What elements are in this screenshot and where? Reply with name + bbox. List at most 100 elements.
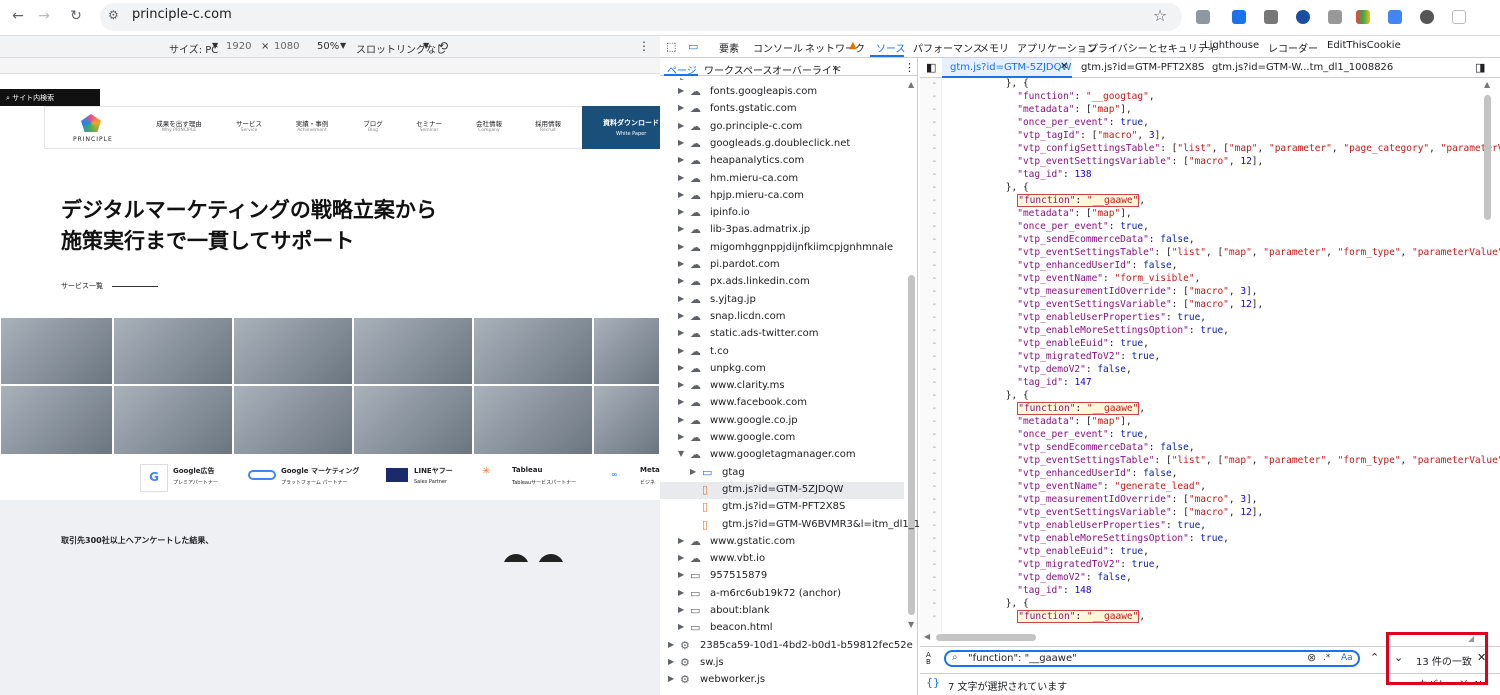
expand-right-icon[interactable]: ▶ (678, 363, 684, 372)
clear-search-icon[interactable]: ⊗ (1307, 651, 1316, 664)
tree-item[interactable]: ▶ ☁ www.gstatic.com (660, 534, 904, 551)
search-query[interactable]: "function": "__gaawe" (968, 653, 1077, 664)
expand-right-icon[interactable]: ▶ (678, 328, 684, 337)
ext-icon-7[interactable] (1388, 10, 1402, 24)
site-info-icon[interactable]: ⚙ (108, 8, 119, 22)
ext-icon-3[interactable] (1264, 10, 1278, 24)
expand-right-icon[interactable]: ▶ (678, 173, 684, 182)
address-bar[interactable] (100, 3, 1182, 31)
tree-item[interactable]: ▶ ▭ beacon.html (660, 620, 904, 637)
expand-right-icon[interactable]: ▶ (678, 588, 684, 597)
tree-item[interactable]: ▶ ☁ www.google.com (660, 430, 904, 447)
tree-item[interactable]: ▶ ☁ googleads.g.doubleclick.net (660, 136, 904, 153)
tree-item[interactable]: ▶ ▭ a-m6rc6ub19k72 (anchor) (660, 586, 904, 603)
tree-item[interactable]: ▶ ☁ lib-3pas.admatrix.jp (660, 222, 904, 239)
expand-right-icon[interactable]: ▶ (678, 622, 684, 631)
ext-icon-8[interactable] (1420, 10, 1434, 24)
editor-tab-label[interactable]: gtm.js?id=GTM-W...tm_dl1_1008826 (1212, 62, 1393, 73)
reload-icon[interactable]: ↻ (66, 8, 86, 24)
expand-right-icon[interactable]: ▶ (678, 121, 684, 130)
service-list-link[interactable]: サービス一覧 (61, 281, 103, 291)
tree-item[interactable]: ▶ ☁ fonts.gstatic.com (660, 101, 904, 118)
tree-item[interactable]: ▶ ☁ www.vbt.io (660, 551, 904, 568)
url-text[interactable]: principle-c.com (132, 7, 232, 22)
tree-item[interactable]: ▼ ☁ www.googletagmanager.com (660, 447, 904, 464)
nav-item-recruit[interactable]: 採用情報 Recruit (525, 118, 571, 133)
expand-right-icon[interactable]: ▶ (690, 467, 696, 476)
tree-item[interactable]: ▶ ☁ www.clarity.ms (660, 378, 904, 395)
expand-right-icon[interactable]: ▶ (678, 311, 684, 320)
toggle-debugger-icon[interactable]: ◨ (1475, 61, 1485, 74)
tree-item[interactable]: ▶ ☁ ipinfo.io (660, 205, 904, 222)
tree-item[interactable]: ▯ gtm.js?id=GTM-5ZJDQW (660, 481, 904, 499)
nav-item-company[interactable]: 会社情報 Company (466, 118, 512, 133)
expand-right-icon[interactable]: ▶ (668, 640, 674, 649)
expand-right-icon[interactable]: ▶ (678, 380, 684, 389)
expand-down-icon[interactable]: ▼ (678, 449, 684, 458)
expand-right-icon[interactable]: ▶ (678, 570, 684, 579)
principle-logo-icon[interactable] (81, 114, 101, 132)
tree-item[interactable]: ▶ ☁ t.co (660, 344, 904, 361)
tree-item[interactable]: ▶ ☁ migomhggnppjdijnfkiimcpjgnhmnale (660, 240, 904, 257)
tree-item[interactable]: ▯ gtm.js?id=GTM-PFT2X8S (660, 499, 904, 516)
throttle-select[interactable]: スロットリングなし (356, 41, 446, 56)
tree-item[interactable]: ▶ ☁ static.ads-twitter.com (660, 326, 904, 343)
tree-item[interactable]: ▶ ☁ pi.pardot.com (660, 257, 904, 274)
chevron-up-icon[interactable]: ⌃ (1370, 651, 1379, 664)
expand-right-icon[interactable]: ▶ (678, 397, 684, 406)
expand-right-icon[interactable]: ▶ (678, 155, 684, 164)
expand-right-icon[interactable]: ▶ (678, 415, 684, 424)
expand-right-icon[interactable]: ▶ (678, 276, 684, 285)
inspect-icon[interactable]: ⬚ (666, 40, 676, 53)
zoom-select[interactable]: 50% (317, 41, 339, 52)
ext-icon-2[interactable] (1232, 10, 1246, 24)
tab-console[interactable]: コンソール (753, 40, 803, 55)
tree-item[interactable]: ▶ ▭ gtag (660, 465, 904, 482)
expand-right-icon[interactable]: ▶ (678, 190, 684, 199)
tree-item[interactable]: ▯ gtm.js?id=GTM-W6BVMR3&l=itm_dl1_1... (660, 517, 930, 534)
expand-right-icon[interactable]: ▶ (678, 224, 684, 233)
tab-sources[interactable]: ソース (876, 40, 906, 55)
expand-right-icon[interactable]: ▶ (678, 346, 684, 355)
device-width[interactable]: 1920 (226, 41, 251, 52)
expand-right-icon[interactable]: ▶ (678, 605, 684, 614)
regex-toggle[interactable]: .* (1323, 653, 1330, 663)
editor-tab-label[interactable]: gtm.js?id=GTM-5ZJDQW (950, 62, 1071, 73)
scroll-left-icon[interactable]: ◀ (924, 632, 930, 641)
expand-right-icon[interactable]: ▶ (668, 657, 674, 666)
ext-icon-1[interactable] (1196, 10, 1210, 24)
replace-toggle-icon[interactable]: AB (926, 652, 931, 666)
ext-icon-5[interactable] (1328, 10, 1342, 24)
expand-right-icon[interactable]: ▶ (678, 86, 684, 95)
ext-icon-4[interactable] (1296, 10, 1310, 24)
nav-item-why[interactable]: 成果を出す理由 Why PRINCIPLE (154, 118, 204, 133)
tree-item[interactable]: ▶ ☁ px.ads.linkedin.com (660, 274, 904, 291)
rotate-icon[interactable]: ⟲ (438, 39, 448, 53)
tree-item[interactable]: ▶ ☁ heapanalytics.com (660, 153, 904, 170)
tree-item[interactable]: ▶ ☁ s.yjtag.jp (660, 292, 904, 309)
tab-application[interactable]: アプリケーション (1017, 40, 1097, 55)
ext-icon-9[interactable] (1452, 10, 1466, 24)
tree-item[interactable]: ▶ ☁ unpkg.com (660, 361, 904, 378)
expand-right-icon[interactable]: ▶ (678, 103, 684, 112)
expand-right-icon[interactable]: ▶ (678, 242, 684, 251)
tab-performance[interactable]: パフォーマンス (913, 40, 983, 55)
tree-item[interactable]: ▶ ☁ go.principle-c.com (660, 119, 904, 136)
tree-item[interactable]: ▶ ▭ about:blank (660, 603, 904, 620)
star-icon[interactable]: ☆ (1150, 6, 1170, 25)
tree-item[interactable]: ▶ ⚙ 2385ca59-10d1-4bd2-b0d1-b59812fec52e (660, 638, 913, 655)
tree-item[interactable]: ▶ ⚙ webworker.js (660, 672, 904, 689)
more-options-icon[interactable]: ⋮ (638, 39, 650, 53)
tree-item[interactable]: ▶ ☁ www.google.co.jp (660, 413, 904, 430)
match-case-toggle[interactable]: Aa (1341, 653, 1353, 663)
tree-item[interactable]: ▶ ☁ hm.mieru-ca.com (660, 171, 904, 188)
tree-item[interactable]: ▶ ☁ www.facebook.com (660, 395, 904, 412)
close-tab-icon[interactable]: ✕ (1060, 61, 1068, 72)
pretty-print-icon[interactable]: {} (926, 676, 940, 689)
tree-item[interactable]: ▶ ☁ snap.licdn.com (660, 309, 904, 326)
tab-editthiscookie[interactable]: EditThisCookie (1327, 40, 1401, 51)
expand-right-icon[interactable]: ▶ (678, 207, 684, 216)
expand-right-icon[interactable]: ▶ (668, 674, 674, 683)
expand-right-icon[interactable]: ▶ (678, 294, 684, 303)
more-tabs-icon[interactable]: » (832, 61, 839, 74)
